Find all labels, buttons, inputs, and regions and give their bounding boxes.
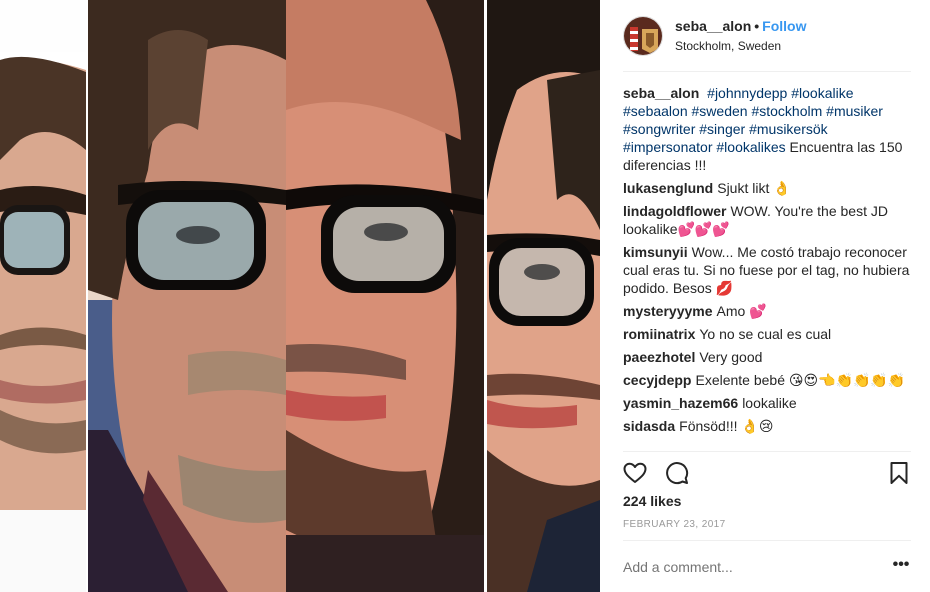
comment-item: cecyjdepp Exelente bebé 😘😍👈👏👏👏👏 xyxy=(623,371,911,389)
comment-username[interactable]: lindagoldflower xyxy=(623,203,726,219)
avatar-image xyxy=(624,17,662,55)
bookmark-icon[interactable] xyxy=(887,461,911,485)
comment-fade xyxy=(623,436,911,450)
hashtag[interactable]: #johnnydepp xyxy=(707,85,787,101)
comment-username[interactable]: yasmin_hazem66 xyxy=(623,395,738,411)
comment-list[interactable]: seba__alon #johnnydepp #lookalike #sebaa… xyxy=(623,84,911,450)
comment-item: paeezhotel Very good xyxy=(623,348,911,366)
comment-username[interactable]: romiinatrix xyxy=(623,326,695,342)
hashtag[interactable]: #stockholm xyxy=(751,103,822,119)
comment-text: Exelente bebé 😘😍👈👏👏👏👏 xyxy=(695,372,906,388)
photo-panel-3 xyxy=(286,0,484,592)
action-bar xyxy=(623,457,911,489)
post-photo[interactable] xyxy=(0,0,600,592)
divider xyxy=(623,451,911,452)
comment-username[interactable]: kimsunyii xyxy=(623,244,688,260)
divider xyxy=(623,71,911,72)
like-count[interactable]: 224 likes xyxy=(623,492,681,510)
more-options-icon[interactable]: ••• xyxy=(891,555,911,579)
post-header: seba__alon • Follow Stockholm, Sweden xyxy=(623,12,911,60)
hashtag[interactable]: #sweden xyxy=(692,103,748,119)
comment-item: mysteryyyme Amo 💕 xyxy=(623,302,911,320)
hashtag[interactable]: #lookalike xyxy=(791,85,853,101)
follow-button[interactable]: Follow xyxy=(762,18,806,34)
hashtag[interactable]: #singer xyxy=(699,121,745,137)
comment-item: kimsunyii Wow... Me costó trabajo reconoc… xyxy=(623,243,911,297)
comment-username[interactable]: sidasda xyxy=(623,418,675,434)
comment-text: Sjukt likt 👌 xyxy=(717,180,791,196)
heart-icon[interactable] xyxy=(623,461,647,485)
comment-item: lukasenglund Sjukt likt 👌 xyxy=(623,179,911,197)
comment-text: Yo no se cual es cual xyxy=(699,326,832,342)
comment-text: Very good xyxy=(699,349,763,365)
comment-username[interactable]: paeezhotel xyxy=(623,349,695,365)
photo-panel-2 xyxy=(88,0,286,592)
comment-item: lindagoldflower WOW. You're the best JD l… xyxy=(623,202,911,238)
comment-item: romiinatrix Yo no se cual es cual xyxy=(623,325,911,343)
comment-icon[interactable] xyxy=(665,461,689,485)
comment-username[interactable]: cecyjdepp xyxy=(623,372,691,388)
separator-dot: • xyxy=(754,18,760,34)
location-link[interactable]: Stockholm, Sweden xyxy=(675,37,807,55)
photo-panel-1 xyxy=(0,0,86,592)
comment-text: Fönsöd!!! 👌😢 xyxy=(679,418,774,434)
comment-item: yasmin_hazem66 lookalike xyxy=(623,394,911,412)
caption-username[interactable]: seba__alon xyxy=(623,85,699,101)
add-comment-input[interactable] xyxy=(623,555,883,579)
caption: seba__alon #johnnydepp #lookalike #sebaa… xyxy=(623,84,911,174)
hashtag[interactable]: #songwriter xyxy=(623,121,695,137)
comment-item: sidasda Fönsöd!!! 👌😢 xyxy=(623,417,911,435)
hashtag[interactable]: #sebaalon xyxy=(623,103,688,119)
hashtag[interactable]: #musikersök xyxy=(749,121,828,137)
divider xyxy=(623,540,911,541)
hashtag[interactable]: #impersonator xyxy=(623,139,713,155)
username[interactable]: seba__alon xyxy=(675,18,751,34)
hashtag[interactable]: #musiker xyxy=(826,103,883,119)
comment-username[interactable]: lukasenglund xyxy=(623,180,713,196)
post-date[interactable]: FEBRUARY 23, 2017 xyxy=(623,519,726,531)
comment-username[interactable]: mysteryyyme xyxy=(623,303,713,319)
comment-text: Amo 💕 xyxy=(716,303,767,319)
hashtag[interactable]: #lookalikes xyxy=(716,139,785,155)
post-side-panel: seba__alon • Follow Stockholm, Sweden seba… xyxy=(600,0,930,592)
comment-text: lookalike xyxy=(742,395,797,411)
photo-panel-4 xyxy=(487,0,600,592)
avatar[interactable] xyxy=(623,16,663,56)
